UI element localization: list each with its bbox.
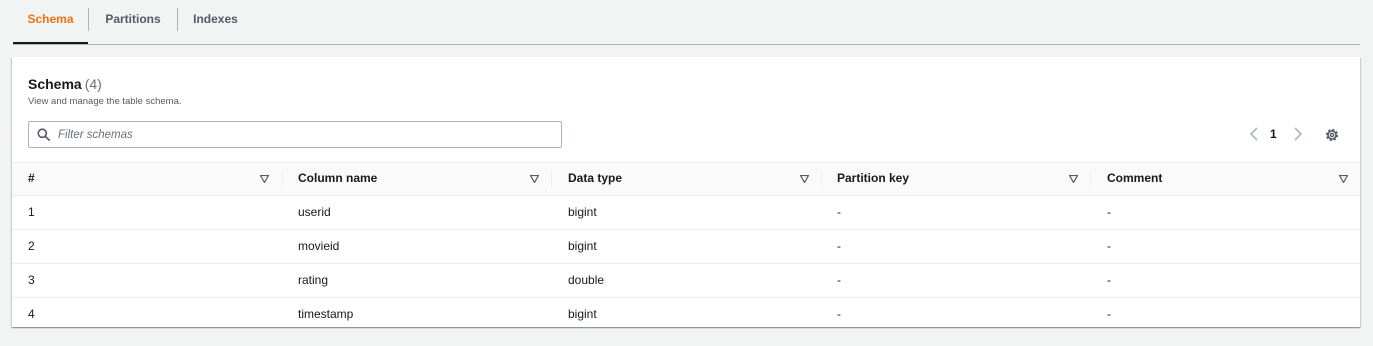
- column-header-data-type: Data type: [568, 163, 622, 195]
- filter-schemas-input[interactable]: [56, 124, 555, 146]
- cell-data-type: bigint: [568, 239, 597, 253]
- chevron-left-icon[interactable]: [1248, 127, 1260, 141]
- table-header: # Column name Data type Partition key Co…: [12, 162, 1360, 196]
- cell-column-name: userid: [298, 205, 331, 219]
- column-divider: [1090, 171, 1091, 187]
- cell-index: 4: [28, 307, 35, 321]
- caret-down-icon[interactable]: [530, 175, 539, 183]
- caret-down-icon[interactable]: [800, 175, 809, 183]
- column-header-label: Column name: [298, 171, 378, 185]
- cell-comment: -: [1107, 273, 1111, 287]
- cell-index: 2: [28, 239, 35, 253]
- tab-schema-label: Schema: [27, 12, 74, 26]
- table-row: 3 rating double - -: [12, 264, 1360, 298]
- column-divider: [821, 171, 822, 187]
- panel-title-text: Schema: [28, 76, 82, 92]
- cell-index: 1: [28, 205, 35, 219]
- cell-column-name: rating: [298, 273, 329, 287]
- column-header-comment: Comment: [1107, 163, 1162, 195]
- schema-panel: Schema (4) View and manage the table sche…: [12, 57, 1360, 327]
- tab-indexes-label: Indexes: [193, 12, 238, 26]
- column-header-column-name: Column name: [298, 163, 377, 195]
- schema-count: (4): [84, 76, 102, 92]
- cell-partition-key: -: [837, 239, 841, 253]
- cell-comment: -: [1107, 205, 1111, 219]
- active-tab-indicator: [13, 42, 88, 44]
- cell-data-type: bigint: [568, 307, 597, 321]
- table-row: 1 userid bigint - -: [12, 196, 1360, 230]
- column-header-label: #: [28, 171, 35, 185]
- column-divider: [282, 171, 283, 187]
- schema-table: # Column name Data type Partition key Co…: [12, 162, 1360, 331]
- tab-indexes[interactable]: Indexes: [178, 0, 253, 43]
- table-row: 4 timestamp bigint - -: [12, 298, 1360, 331]
- filter-schemas-field[interactable]: [28, 121, 562, 148]
- cell-partition-key: -: [837, 273, 841, 287]
- column-divider: [551, 171, 552, 187]
- cell-data-type: bigint: [568, 205, 597, 219]
- tab-partitions-label: Partitions: [105, 12, 161, 26]
- cell-partition-key: -: [837, 205, 841, 219]
- panel-title: Schema (4): [28, 76, 102, 92]
- column-header-label: Data type: [568, 171, 623, 185]
- panel-description: View and manage the table schema.: [28, 96, 182, 107]
- cell-comment: -: [1107, 307, 1111, 321]
- cell-index: 3: [28, 273, 35, 287]
- chevron-right-icon[interactable]: [1292, 127, 1304, 141]
- cell-comment: -: [1107, 239, 1111, 253]
- caret-down-icon[interactable]: [1069, 175, 1078, 183]
- column-header-partition-key: Partition key: [837, 163, 909, 195]
- search-icon: [37, 128, 50, 141]
- current-page-number[interactable]: 1: [1270, 127, 1277, 141]
- caret-down-icon[interactable]: [260, 175, 269, 183]
- tab-partitions[interactable]: Partitions: [89, 0, 177, 43]
- table-row: 2 movieid bigint - -: [12, 230, 1360, 264]
- cell-partition-key: -: [837, 307, 841, 321]
- column-header-index: #: [28, 163, 35, 195]
- column-header-label: Partition key: [837, 171, 910, 185]
- column-header-label: Comment: [1107, 171, 1163, 185]
- tab-bar: Schema Partitions Indexes: [13, 0, 1360, 45]
- gear-icon[interactable]: [1324, 127, 1340, 143]
- cell-data-type: double: [568, 273, 605, 287]
- caret-down-icon[interactable]: [1339, 175, 1348, 183]
- cell-column-name: timestamp: [298, 307, 354, 321]
- cell-column-name: movieid: [298, 239, 340, 253]
- tab-schema[interactable]: Schema: [13, 0, 88, 44]
